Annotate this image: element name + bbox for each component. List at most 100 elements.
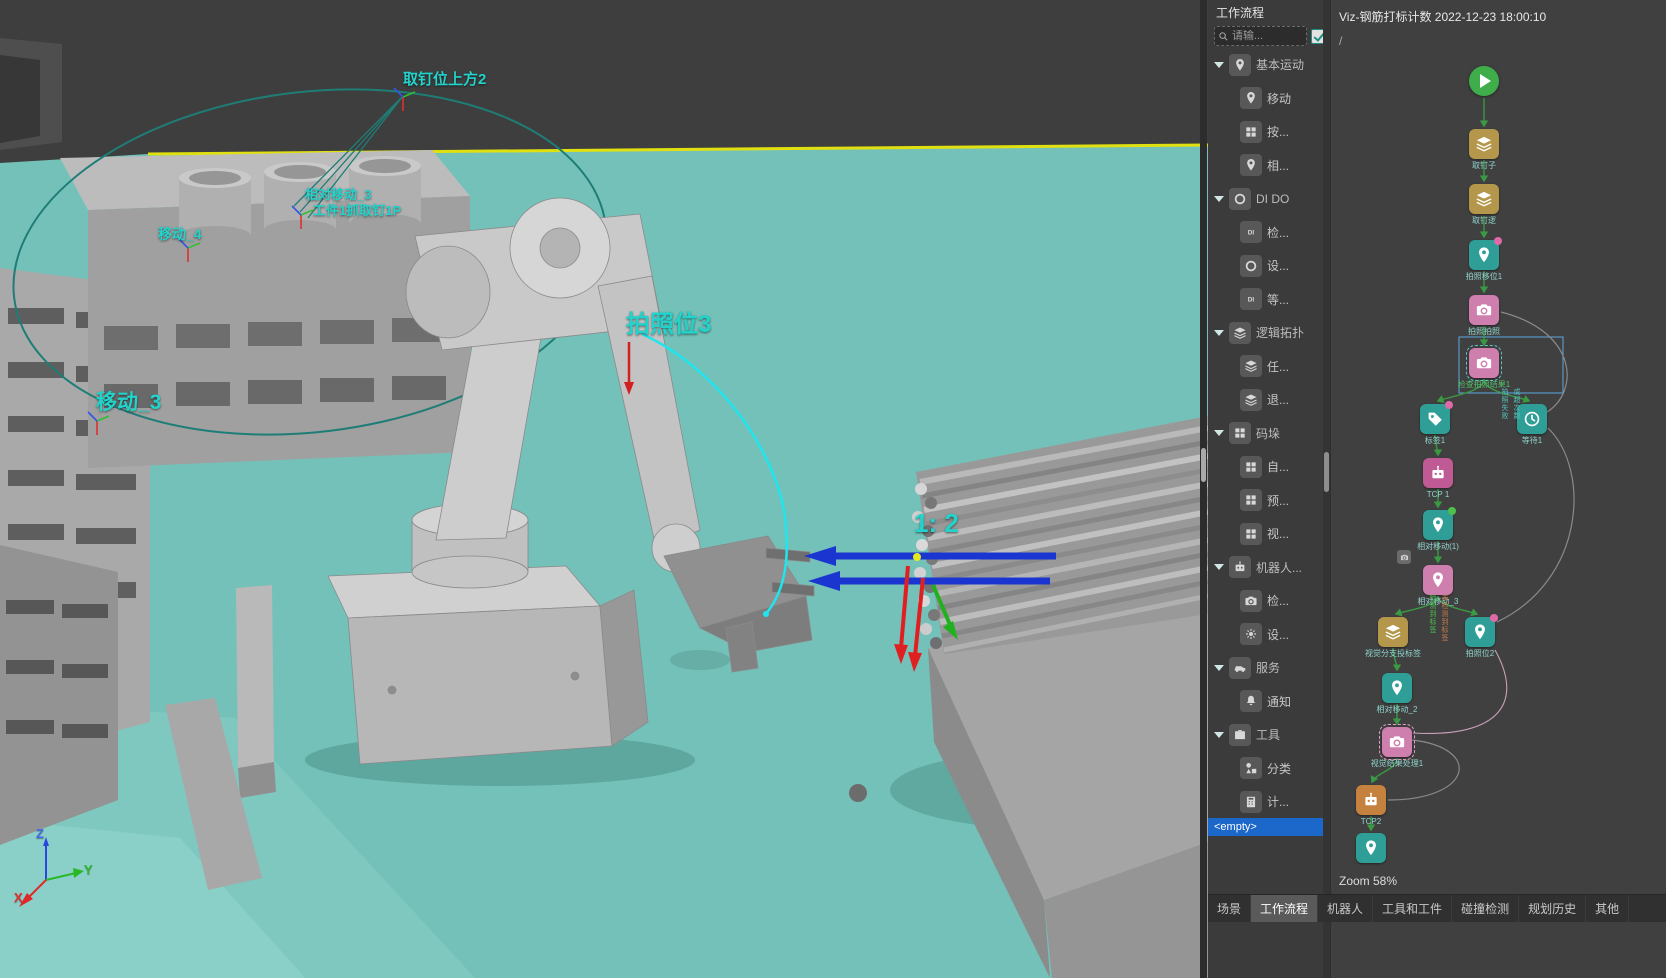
pin-icon[interactable] <box>1382 673 1412 703</box>
workflow-node-tag-1[interactable]: 标签1 <box>1396 404 1474 445</box>
workflow-node-relative-move-1[interactable]: 相对移动(1) <box>1399 510 1477 551</box>
workflow-panel-scrollbar-thumb[interactable] <box>1324 452 1329 492</box>
grid-icon <box>1240 456 1262 478</box>
wf-item-wait-di[interactable]: 等... <box>1208 283 1330 317</box>
workflow-node-bottom[interactable] <box>1332 833 1410 863</box>
pin-icon[interactable] <box>1356 833 1386 863</box>
camera-badge-icon[interactable] <box>1397 550 1411 564</box>
tag-icon[interactable] <box>1420 404 1450 434</box>
wf-item-press[interactable]: 按... <box>1208 115 1330 149</box>
pin-icon[interactable] <box>1423 510 1453 540</box>
pin-icon[interactable] <box>1465 617 1495 647</box>
node-label: 拍照拍照 <box>1445 327 1523 336</box>
wf-category-service[interactable]: 服务 <box>1208 651 1330 685</box>
empty-drop-slot[interactable]: <empty> <box>1208 818 1323 836</box>
3d-scene <box>0 0 1208 978</box>
search-box[interactable] <box>1214 26 1307 46</box>
item-label: 设... <box>1267 626 1289 643</box>
node-label: 相对移动_2 <box>1358 705 1436 714</box>
search-icon <box>1218 31 1229 42</box>
wf-item-count[interactable]: 计... <box>1208 785 1330 819</box>
workflow-node-relative-move-2[interactable]: 相对移动_2 <box>1358 673 1436 714</box>
item-label: 检... <box>1267 592 1289 609</box>
viewport-scrollbar-thumb[interactable] <box>1201 448 1206 482</box>
wf-item-move[interactable]: 移动 <box>1208 82 1330 116</box>
grid-icon <box>1240 489 1262 511</box>
wf-item-set[interactable]: 设... <box>1208 618 1330 652</box>
tab-robot[interactable]: 机器人 <box>1318 895 1373 922</box>
workflow-node-take-nail-logic[interactable]: 取钉逻 <box>1445 184 1523 225</box>
wf-item-check[interactable]: 检... <box>1208 584 1330 618</box>
pin-icon[interactable] <box>1469 240 1499 270</box>
wf-category-basic-motion[interactable]: 基本运动 <box>1208 48 1330 82</box>
layers-icon[interactable] <box>1378 617 1408 647</box>
layers-icon[interactable] <box>1469 129 1499 159</box>
vehicle-icon <box>1229 657 1251 679</box>
item-label: 通知 <box>1267 693 1291 710</box>
category-label: 逻辑拓扑 <box>1256 324 1304 341</box>
wf-item-set-do[interactable]: 设... <box>1208 249 1330 283</box>
trajectory-endpoint <box>763 611 769 617</box>
wf-item-task[interactable]: 任... <box>1208 350 1330 384</box>
wf-category-logic[interactable]: 逻辑拓扑 <box>1208 316 1330 350</box>
waypoint-label-ratio[interactable]: 1: 2 <box>914 508 959 539</box>
workflow-panel-scrollbar[interactable] <box>1323 0 1330 978</box>
tab-collision-detect[interactable]: 碰撞检测 <box>1452 895 1519 922</box>
3d-viewport[interactable]: 取钉位上方2 相对移动_3 工件1抓取钉1P 移动_4 移动_3 拍照位3 1:… <box>0 0 1208 978</box>
pin-icon[interactable] <box>1423 565 1453 595</box>
wf-category-palletize[interactable]: 码垛 <box>1208 417 1330 451</box>
workflow-node-photo-shoot[interactable]: 拍照拍照 <box>1445 295 1523 336</box>
waypoint-label-photo-pos-3[interactable]: 拍照位3 <box>626 304 711 339</box>
layers-icon[interactable] <box>1469 184 1499 214</box>
waypoint-label-workpiece-grab[interactable]: 工件1抓取钉1P <box>313 200 401 219</box>
camera-icon[interactable] <box>1382 727 1412 757</box>
item-label: 相... <box>1267 157 1289 174</box>
wf-item-relative[interactable]: 相... <box>1208 149 1330 183</box>
viewport-scrollbar[interactable] <box>1200 0 1207 978</box>
play-button[interactable] <box>1469 66 1499 96</box>
workflow-node-photo-move-1[interactable]: 拍照移位1 <box>1445 240 1523 281</box>
node-graph-panel[interactable]: Viz-钢筋打标计数 2022-12-23 18:00:10 / <box>1330 0 1666 978</box>
workflow-node-check-photo-result[interactable]: 检查拍照结果1 <box>1445 348 1523 389</box>
wf-item-check-di[interactable]: 检... <box>1208 216 1330 250</box>
node-label: 取钉逻 <box>1445 216 1523 225</box>
wf-item-exit[interactable]: 退... <box>1208 383 1330 417</box>
chevron-down-icon <box>1214 196 1224 202</box>
node-label: 视觉结果处理1 <box>1358 759 1436 768</box>
camera-icon[interactable] <box>1469 348 1499 378</box>
item-label: 按... <box>1267 123 1289 140</box>
waypoint-label-pickup-above[interactable]: 取钉位上方2 <box>403 68 486 89</box>
category-label: 机器人... <box>1256 559 1302 576</box>
robot-icon[interactable] <box>1356 785 1386 815</box>
wf-item-vision[interactable]: 视... <box>1208 517 1330 551</box>
workflow-node-tcp-2[interactable]: TCP2 <box>1332 785 1410 826</box>
wf-item-classify[interactable]: 分类 <box>1208 752 1330 786</box>
waypoint-label-move-3[interactable]: 移动_3 <box>96 386 161 416</box>
wf-item-auto[interactable]: 自... <box>1208 450 1330 484</box>
workflow-node-take-nail[interactable]: 取钉子 <box>1445 129 1523 170</box>
wf-item-preset[interactable]: 预... <box>1208 484 1330 518</box>
workflow-node-vision-result[interactable]: 视觉结果处理1 <box>1358 727 1436 768</box>
wf-item-notify[interactable]: 通知 <box>1208 685 1330 719</box>
breadcrumb[interactable]: / <box>1331 27 1666 55</box>
robot-icon[interactable] <box>1423 458 1453 488</box>
tab-other[interactable]: 其他 <box>1586 895 1629 922</box>
workflow-node-vision-branch-tag[interactable]: 视觉分支投标签 <box>1354 617 1432 658</box>
workflow-node-relative-move-3[interactable]: 相对移动_3 <box>1399 565 1477 606</box>
workflow-node-wait-1[interactable]: 等待1 <box>1493 404 1571 445</box>
tab-tools-workpieces[interactable]: 工具和工件 <box>1373 895 1452 922</box>
waypoint-label-move-4[interactable]: 移动_4 <box>158 224 202 244</box>
clock-icon[interactable] <box>1517 404 1547 434</box>
wf-category-robot[interactable]: 机器人... <box>1208 551 1330 585</box>
node-label: 相对移动_3 <box>1399 597 1477 606</box>
wf-category-di-do[interactable]: DI DO <box>1208 182 1330 216</box>
tab-scene[interactable]: 场景 <box>1208 895 1251 922</box>
node-label: 等待1 <box>1493 436 1571 445</box>
workflow-node-tcp-1[interactable]: TCP 1 <box>1399 458 1477 499</box>
camera-icon[interactable] <box>1469 295 1499 325</box>
search-input[interactable] <box>1232 30 1303 42</box>
workflow-node-photo-pos-2[interactable]: 拍照位2 <box>1441 617 1519 658</box>
wf-category-tools[interactable]: 工具 <box>1208 718 1330 752</box>
tab-planning-history[interactable]: 规划历史 <box>1519 895 1586 922</box>
tab-workflow[interactable]: 工作流程 <box>1251 895 1318 922</box>
